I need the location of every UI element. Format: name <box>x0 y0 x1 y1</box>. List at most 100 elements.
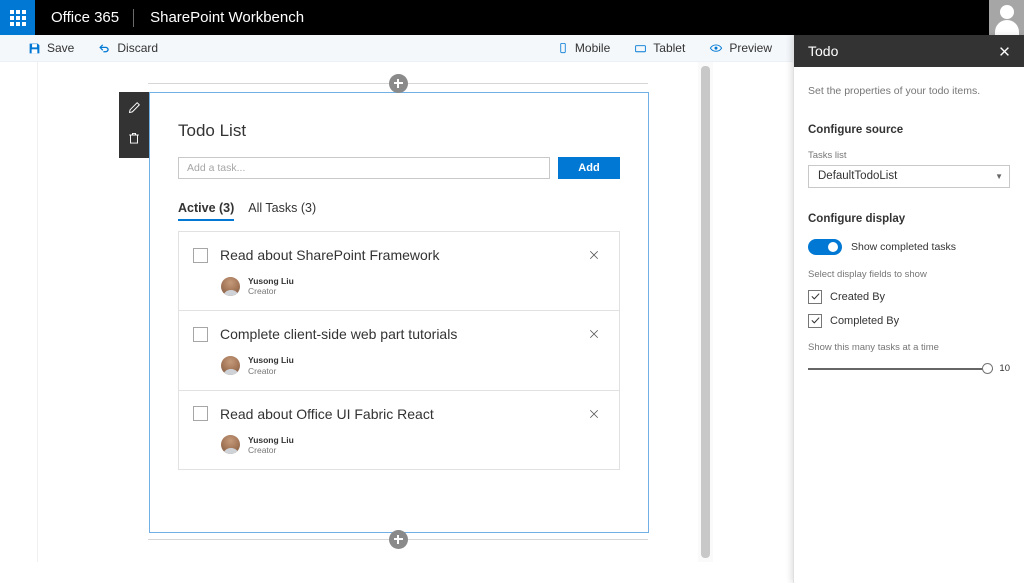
toggle-knob <box>828 241 838 252</box>
checkbox-checked-icon[interactable] <box>808 313 822 328</box>
show-completed-tasks-label: Show completed tasks <box>851 240 957 253</box>
checkbox-unchecked-icon[interactable] <box>193 326 208 342</box>
property-pane-body: Set the properties of your todo items. C… <box>794 67 1024 377</box>
configure-source-heading: Configure source <box>808 123 904 136</box>
task-header-row: Read about SharePoint Framework <box>193 246 603 264</box>
webpart-edit-toolbar <box>119 92 149 158</box>
webpart-title: Todo List <box>178 121 247 140</box>
field-created-by-row: Created By <box>808 289 1010 304</box>
persona-name: Yusong Liu <box>248 434 294 445</box>
field-completed-by-label: Completed By <box>830 314 900 327</box>
add-task-input[interactable] <box>178 157 550 179</box>
slider-track <box>808 367 994 370</box>
webpart-content: Todo List Add Active (3) All Tasks (3) R… <box>150 93 648 471</box>
task-persona: Yusong Liu Creator <box>221 276 603 296</box>
mobile-label: Mobile <box>574 41 611 55</box>
close-x-icon[interactable] <box>585 246 603 264</box>
checkbox-unchecked-icon[interactable] <box>193 406 208 422</box>
tab-all-tasks[interactable]: All Tasks (3) <box>248 201 316 221</box>
user-avatar-icon[interactable] <box>989 0 1024 35</box>
task-title: Complete client-side web part tutorials <box>220 326 458 343</box>
close-x-icon[interactable] <box>990 37 1018 65</box>
tasks-list-dropdown[interactable]: DefaultTodoList ▼ <box>808 164 1010 188</box>
undo-arrow-icon <box>98 42 111 55</box>
field-completed-by-row: Completed By <box>808 313 1010 328</box>
save-button[interactable]: Save <box>16 35 86 62</box>
app-launcher-waffle-icon[interactable] <box>0 0 35 35</box>
suite-brand-office365[interactable]: Office 365 <box>35 9 133 26</box>
person-photo-avatar-icon <box>221 276 240 296</box>
preview-label: Preview <box>729 41 772 55</box>
field-created-by-label: Created By <box>830 290 886 303</box>
canvas-page: Todo List Add Active (3) All Tasks (3) R… <box>37 62 713 562</box>
save-label: Save <box>47 41 75 55</box>
tablet-icon <box>634 42 647 55</box>
eye-icon <box>709 41 723 55</box>
task-persona: Yusong Liu Creator <box>221 355 603 376</box>
add-section-button-bottom[interactable] <box>148 524 648 554</box>
preview-button[interactable]: Preview <box>697 35 784 62</box>
task-list-item[interactable]: Read about Office UI Fabric React Yusong… <box>179 391 619 469</box>
task-title: Read about Office UI Fabric React <box>220 405 434 422</box>
checkbox-checked-icon[interactable] <box>808 289 822 304</box>
persona-text: Yusong Liu Creator <box>248 355 294 375</box>
plus-circle-icon <box>388 73 408 93</box>
pencil-edit-icon <box>127 101 141 120</box>
tablet-label: Tablet <box>653 41 686 55</box>
persona-text: Yusong Liu Creator <box>248 435 294 455</box>
show-completed-toggle-row: Show completed tasks <box>808 238 1010 255</box>
persona-name: Yusong Liu <box>248 355 294 366</box>
canvas-scrollbar-thumb[interactable] <box>701 66 710 558</box>
discard-label: Discard <box>117 41 159 55</box>
property-pane-title: Todo <box>808 43 839 59</box>
task-persona: Yusong Liu Creator <box>221 435 603 455</box>
webpart-delete-button[interactable] <box>119 126 149 154</box>
canvas-scrollbar[interactable] <box>698 62 713 562</box>
tab-active-tasks[interactable]: Active (3) <box>178 201 235 221</box>
tasks-slider-row: 10 <box>808 361 1010 377</box>
avatar-head <box>999 5 1014 19</box>
property-pane: Todo Set the properties of your todo ite… <box>793 35 1024 583</box>
checkbox-unchecked-icon[interactable] <box>193 247 208 263</box>
suite-app-name: SharePoint Workbench <box>150 9 305 26</box>
chevron-down-icon: ▼ <box>995 171 1003 181</box>
tasks-count-slider[interactable] <box>808 361 994 377</box>
person-photo-avatar-icon <box>221 356 240 376</box>
close-x-icon[interactable] <box>585 325 603 343</box>
task-list-item[interactable]: Read about SharePoint Framework Yusong L… <box>179 232 619 312</box>
workbench-canvas: Todo List Add Active (3) All Tasks (3) R… <box>0 62 793 583</box>
suite-bar: Office 365 SharePoint Workbench <box>0 0 1024 35</box>
slider-thumb[interactable] <box>982 362 994 374</box>
trash-delete-icon <box>127 131 141 150</box>
add-task-row: Add <box>178 157 620 179</box>
phone-icon <box>557 42 569 54</box>
task-title: Read about SharePoint Framework <box>220 247 440 263</box>
persona-text: Yusong Liu Creator <box>248 276 294 296</box>
property-pane-header: Todo <box>794 35 1024 67</box>
mobile-button[interactable]: Mobile <box>545 35 622 62</box>
persona-name: Yusong Liu <box>248 276 294 286</box>
save-floppy-icon <box>28 42 41 55</box>
waffle-grid <box>9 9 26 26</box>
task-filter-tabs: Active (3) All Tasks (3) <box>178 201 620 221</box>
persona-role: Creator <box>248 444 277 455</box>
avatar-body <box>994 20 1019 35</box>
task-header-row: Read about Office UI Fabric React <box>193 405 603 423</box>
tablet-button[interactable]: Tablet <box>622 35 697 62</box>
plus-circle-icon <box>388 529 408 549</box>
task-list-item[interactable]: Complete client-side web part tutorials … <box>179 311 619 391</box>
person-photo-avatar-icon <box>221 435 240 455</box>
tasks-list-selected-value: DefaultTodoList <box>818 170 898 183</box>
persona-role: Creator <box>248 286 277 297</box>
discard-button[interactable]: Discard <box>86 35 170 62</box>
configure-display-heading: Configure display <box>808 212 906 225</box>
webpart-edit-button[interactable] <box>119 96 149 124</box>
todo-webpart[interactable]: Todo List Add Active (3) All Tasks (3) R… <box>119 92 649 533</box>
task-list: Read about SharePoint Framework Yusong L… <box>178 231 620 471</box>
preview-modes-group: Mobile Tablet Preview <box>545 35 784 62</box>
show-completed-tasks-toggle[interactable] <box>808 238 842 255</box>
persona-role: Creator <box>248 365 277 376</box>
add-task-button[interactable]: Add <box>558 157 620 179</box>
close-x-icon[interactable] <box>585 405 603 423</box>
task-header-row: Complete client-side web part tutorials <box>193 325 603 343</box>
